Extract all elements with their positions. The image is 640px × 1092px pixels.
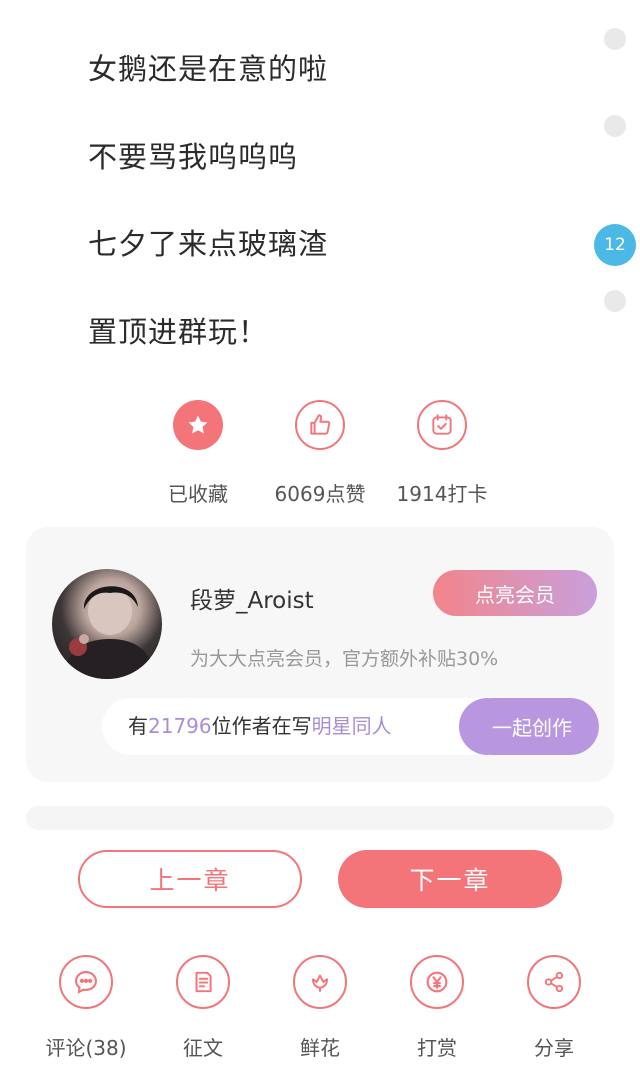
calendar-check-icon: [417, 400, 467, 450]
document-icon: [176, 955, 230, 1009]
paragraph-comment-dot[interactable]: [604, 115, 626, 137]
paragraph-3: 七夕了来点玻璃渣: [88, 227, 329, 261]
reward-label: 打赏: [417, 1036, 457, 1060]
essay-tool[interactable]: 征文: [148, 955, 258, 1061]
share-label: 分享: [534, 1036, 574, 1060]
collect-action[interactable]: 已收藏: [133, 400, 263, 507]
light-up-vip-button[interactable]: 点亮会员: [433, 570, 597, 616]
co-writers-banner[interactable]: 有21796位作者在写明星同人 一起创作: [102, 698, 599, 755]
vip-subsidy-tip: 为大大点亮会员，官方额外补贴30%: [190, 648, 499, 670]
writers-count: 21796: [148, 714, 212, 738]
previous-chapter-button[interactable]: 上一章: [78, 850, 302, 908]
flower-label: 鲜花: [300, 1036, 340, 1060]
flower-tool[interactable]: 鲜花: [265, 955, 375, 1061]
paragraph-4: 置顶进群玩！: [88, 315, 269, 349]
share-tool[interactable]: 分享: [499, 955, 609, 1061]
yen-coin-icon: [410, 955, 464, 1009]
share-icon: [527, 955, 581, 1009]
thumbs-up-icon: [295, 400, 345, 450]
co-writers-text: 有21796位作者在写明星同人: [128, 714, 392, 738]
flower-icon: [293, 955, 347, 1009]
comment-bubble-icon: [59, 955, 113, 1009]
paragraph-1: 女鹅还是在意的啦: [88, 52, 329, 86]
like-count-label: 6069点赞: [274, 482, 366, 506]
author-avatar[interactable]: [52, 569, 162, 679]
paragraph-comment-dot[interactable]: [604, 28, 626, 50]
checkin-action[interactable]: 1914打卡: [377, 400, 507, 507]
paragraph-comment-dot[interactable]: [604, 290, 626, 312]
comment-tool[interactable]: 评论(38): [31, 955, 141, 1061]
essay-label: 征文: [183, 1036, 223, 1060]
writers-genre: 明星同人: [311, 714, 392, 738]
paragraph-2: 不要骂我呜呜呜: [88, 140, 299, 174]
checkin-count-label: 1914打卡: [396, 482, 488, 506]
section-divider: [26, 806, 614, 830]
paragraph-comment-count-badge[interactable]: 12: [594, 224, 636, 266]
author-card: 段萝_Aroist 点亮会员 为大大点亮会员，官方额外补贴30% 有21796位…: [26, 527, 614, 782]
comment-label: 评论(38): [45, 1036, 127, 1060]
collect-label: 已收藏: [168, 482, 228, 506]
next-chapter-button[interactable]: 下一章: [338, 850, 562, 908]
reward-tool[interactable]: 打赏: [382, 955, 492, 1061]
create-together-button[interactable]: 一起创作: [459, 698, 599, 755]
like-action[interactable]: 6069点赞: [255, 400, 385, 507]
author-name[interactable]: 段萝_Aroist: [190, 581, 314, 615]
star-icon: [173, 400, 223, 450]
